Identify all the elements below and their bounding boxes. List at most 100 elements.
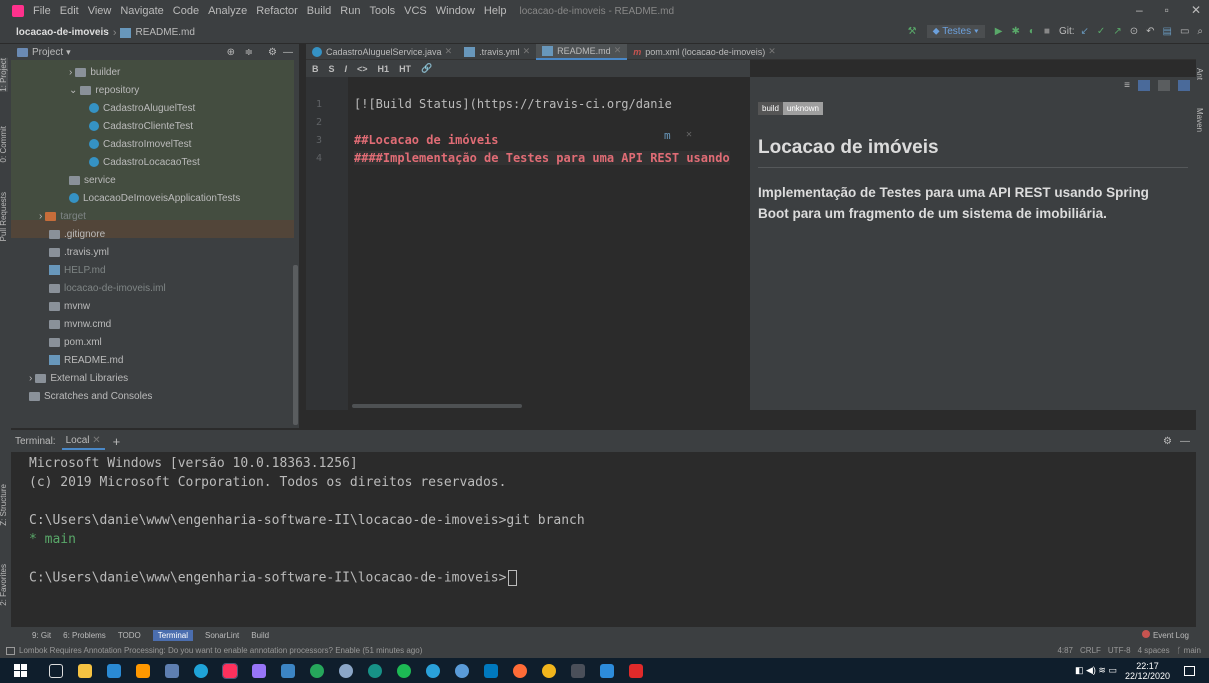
- chevron-right-icon[interactable]: ›: [39, 211, 42, 222]
- notifications-icon[interactable]: [1184, 665, 1195, 676]
- intellij-icon[interactable]: [222, 662, 238, 679]
- editor-tab[interactable]: m pom.xml (locacao-de-imoveis) ✕: [627, 44, 782, 60]
- ant-tool-tab[interactable]: Ant: [1195, 68, 1204, 80]
- clock-time[interactable]: 22:17: [1125, 661, 1170, 671]
- chevron-right-icon[interactable]: ›: [29, 373, 32, 384]
- history-icon[interactable]: ⊙: [1130, 26, 1138, 37]
- tree-item[interactable]: › target: [39, 207, 86, 225]
- editor-tab[interactable]: CadastroAluguelService.java ✕: [306, 44, 458, 60]
- app-blue-icon[interactable]: [455, 663, 469, 678]
- editor-only-icon[interactable]: ≡: [1124, 80, 1130, 91]
- task-view-icon[interactable]: [49, 663, 63, 678]
- git-update-icon[interactable]: ↙: [1081, 26, 1089, 37]
- pdf-icon[interactable]: [629, 663, 643, 678]
- tree-item[interactable]: LocacaoDeImoveisApplicationTests: [69, 189, 240, 207]
- indent-setting[interactable]: 4 spaces: [1138, 646, 1170, 655]
- tree-item[interactable]: mvnw: [49, 297, 90, 315]
- project-view-selector[interactable]: Project: [32, 47, 63, 58]
- code-editor[interactable]: [![Build Status](https://travis-ci.org/d…: [348, 77, 750, 410]
- editor-horizontal-scrollbar[interactable]: [352, 404, 522, 408]
- editor-tab[interactable]: .travis.yml ✕: [458, 44, 536, 60]
- tree-item[interactable]: pom.xml: [49, 333, 102, 351]
- caret-position[interactable]: 4:87: [1057, 646, 1073, 655]
- link-icon[interactable]: 🔗: [421, 63, 432, 74]
- collapse-all-icon[interactable]: ≑: [245, 47, 253, 58]
- gear-icon[interactable]: ⚙: [268, 47, 277, 58]
- bottom-tab-todo[interactable]: TODO: [118, 631, 141, 640]
- close-tab-icon[interactable]: ✕: [523, 46, 531, 57]
- tree-item[interactable]: mvnw.cmd: [49, 315, 111, 333]
- menu-item-view[interactable]: View: [88, 5, 112, 17]
- presentation-icon[interactable]: ▭: [1180, 26, 1189, 37]
- tree-item[interactable]: .travis.yml: [49, 243, 109, 261]
- terminal-settings-icon[interactable]: ⚙: [1163, 436, 1172, 447]
- close-tab-icon[interactable]: ✕: [768, 46, 776, 57]
- status-panel-icon[interactable]: [6, 646, 15, 655]
- build-status-badge[interactable]: build unknown: [758, 102, 1188, 115]
- mail-icon[interactable]: [600, 663, 614, 678]
- menu-item-refactor[interactable]: Refactor: [256, 5, 298, 17]
- close-tab-icon[interactable]: ✕: [614, 45, 622, 56]
- terminal-hide-icon[interactable]: —: [1180, 436, 1190, 447]
- git-branch-widget[interactable]: ᚴ main: [1177, 646, 1201, 655]
- git-push-icon[interactable]: ↗: [1113, 26, 1121, 37]
- remote-desktop-icon[interactable]: [281, 663, 295, 678]
- structure-tool-tab[interactable]: Z: Structure: [0, 484, 8, 526]
- tree-item[interactable]: service: [69, 171, 116, 189]
- run-config-selector[interactable]: ⬥ Testes ▾: [926, 25, 985, 38]
- bottom-tab-problems[interactable]: 6: Problems: [63, 631, 106, 640]
- git-commit-icon[interactable]: ✓: [1097, 26, 1105, 37]
- menu-item-help[interactable]: Help: [484, 5, 507, 17]
- system-tray-icons[interactable]: ◧ ◀) ≋ ▭: [1075, 665, 1117, 676]
- file-explorer-icon[interactable]: [78, 663, 92, 678]
- menu-item-tools[interactable]: Tools: [369, 5, 395, 17]
- tree-item[interactable]: HELP.md: [49, 261, 106, 279]
- tree-scrollbar[interactable]: [293, 265, 298, 425]
- preview-only-icon[interactable]: [1158, 80, 1170, 91]
- menu-item-analyze[interactable]: Analyze: [208, 5, 247, 17]
- commit-tool-tab[interactable]: 0: Commit: [0, 126, 8, 162]
- coverage-icon[interactable]: ◐: [1029, 26, 1035, 37]
- telegram-icon[interactable]: [426, 663, 440, 678]
- favorites-tool-tab[interactable]: 2: Favorites: [0, 564, 8, 606]
- datagrip-icon[interactable]: [252, 663, 266, 678]
- pull-requests-tool-tab[interactable]: Pull Requests: [0, 192, 8, 241]
- project-structure-icon[interactable]: ▤: [1162, 26, 1171, 37]
- chevron-down-icon[interactable]: ⌄: [69, 85, 77, 96]
- terminal-tab-local[interactable]: Local ✕: [61, 433, 105, 450]
- bottom-tab-git[interactable]: 9: Git: [32, 631, 51, 640]
- tree-item[interactable]: Scratches and Consoles: [29, 387, 152, 405]
- close-tab-icon[interactable]: ✕: [445, 46, 453, 57]
- github-icon[interactable]: [339, 663, 353, 678]
- clock-date[interactable]: 22/12/2020: [1125, 671, 1170, 681]
- close-icon[interactable]: ✕: [1191, 3, 1201, 17]
- scroll-sync-icon[interactable]: [1178, 80, 1190, 91]
- strikethrough-button[interactable]: S: [329, 64, 335, 74]
- maximize-icon[interactable]: ▫: [1165, 3, 1169, 17]
- search-icon[interactable]: ⌕: [1197, 26, 1203, 37]
- maven-popup-close-icon[interactable]: ✕: [686, 129, 692, 140]
- gitkraken-icon[interactable]: [368, 663, 382, 678]
- build-hammer-icon[interactable]: ⚒: [908, 26, 917, 37]
- new-terminal-icon[interactable]: +: [113, 434, 121, 449]
- status-message[interactable]: Lombok Requires Annotation Processing: D…: [19, 646, 422, 655]
- project-tool-tab[interactable]: 1: Project: [0, 58, 8, 92]
- event-log-button[interactable]: Event Log: [1141, 630, 1189, 640]
- tree-item[interactable]: README.md: [49, 351, 123, 369]
- trello-icon[interactable]: [484, 663, 498, 678]
- terminal-app-icon[interactable]: [571, 663, 585, 678]
- line-separator[interactable]: CRLF: [1080, 646, 1101, 655]
- chrome-icon[interactable]: [542, 663, 556, 678]
- code-button[interactable]: <>: [357, 64, 368, 74]
- menu-item-edit[interactable]: Edit: [60, 5, 79, 17]
- menu-item-run[interactable]: Run: [340, 5, 360, 17]
- stop-icon[interactable]: ■: [1044, 26, 1050, 37]
- sublime-icon[interactable]: [136, 663, 150, 678]
- split-view-icon[interactable]: [1138, 80, 1150, 91]
- hide-panel-icon[interactable]: —: [283, 47, 293, 58]
- bottom-tab-sonarlint[interactable]: SonarLint: [205, 631, 239, 640]
- rollback-icon[interactable]: ↶: [1146, 26, 1154, 37]
- virtualbox-icon[interactable]: [165, 663, 179, 678]
- header-table-button[interactable]: HT: [399, 64, 411, 74]
- tree-item[interactable]: CadastroLocacaoTest: [89, 153, 200, 171]
